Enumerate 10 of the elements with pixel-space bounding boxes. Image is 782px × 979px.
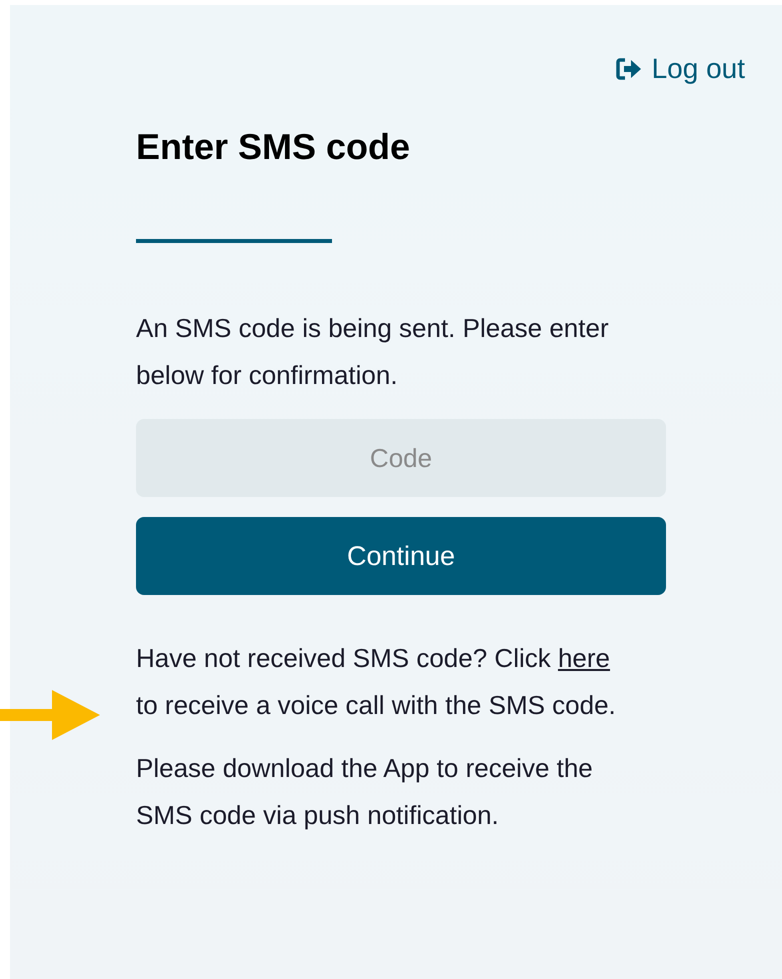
logout-link[interactable]: Log out <box>616 53 745 85</box>
code-field[interactable]: Code <box>136 419 666 497</box>
logout-icon <box>616 58 642 80</box>
instruction-text: An SMS code is being sent. Please enter below for confirmation. <box>136 312 610 392</box>
app-download-text: Please download the App to receive the SMS code via push notification. <box>136 752 594 832</box>
page-title: Enter SMS code <box>136 125 412 169</box>
continue-button[interactable]: Continue <box>136 517 666 595</box>
here-link[interactable]: here <box>558 643 610 673</box>
arrow-icon <box>0 690 100 740</box>
voice-call-text: Have not received SMS code? Click here to receive a voice call with the SMS code. <box>136 642 616 722</box>
